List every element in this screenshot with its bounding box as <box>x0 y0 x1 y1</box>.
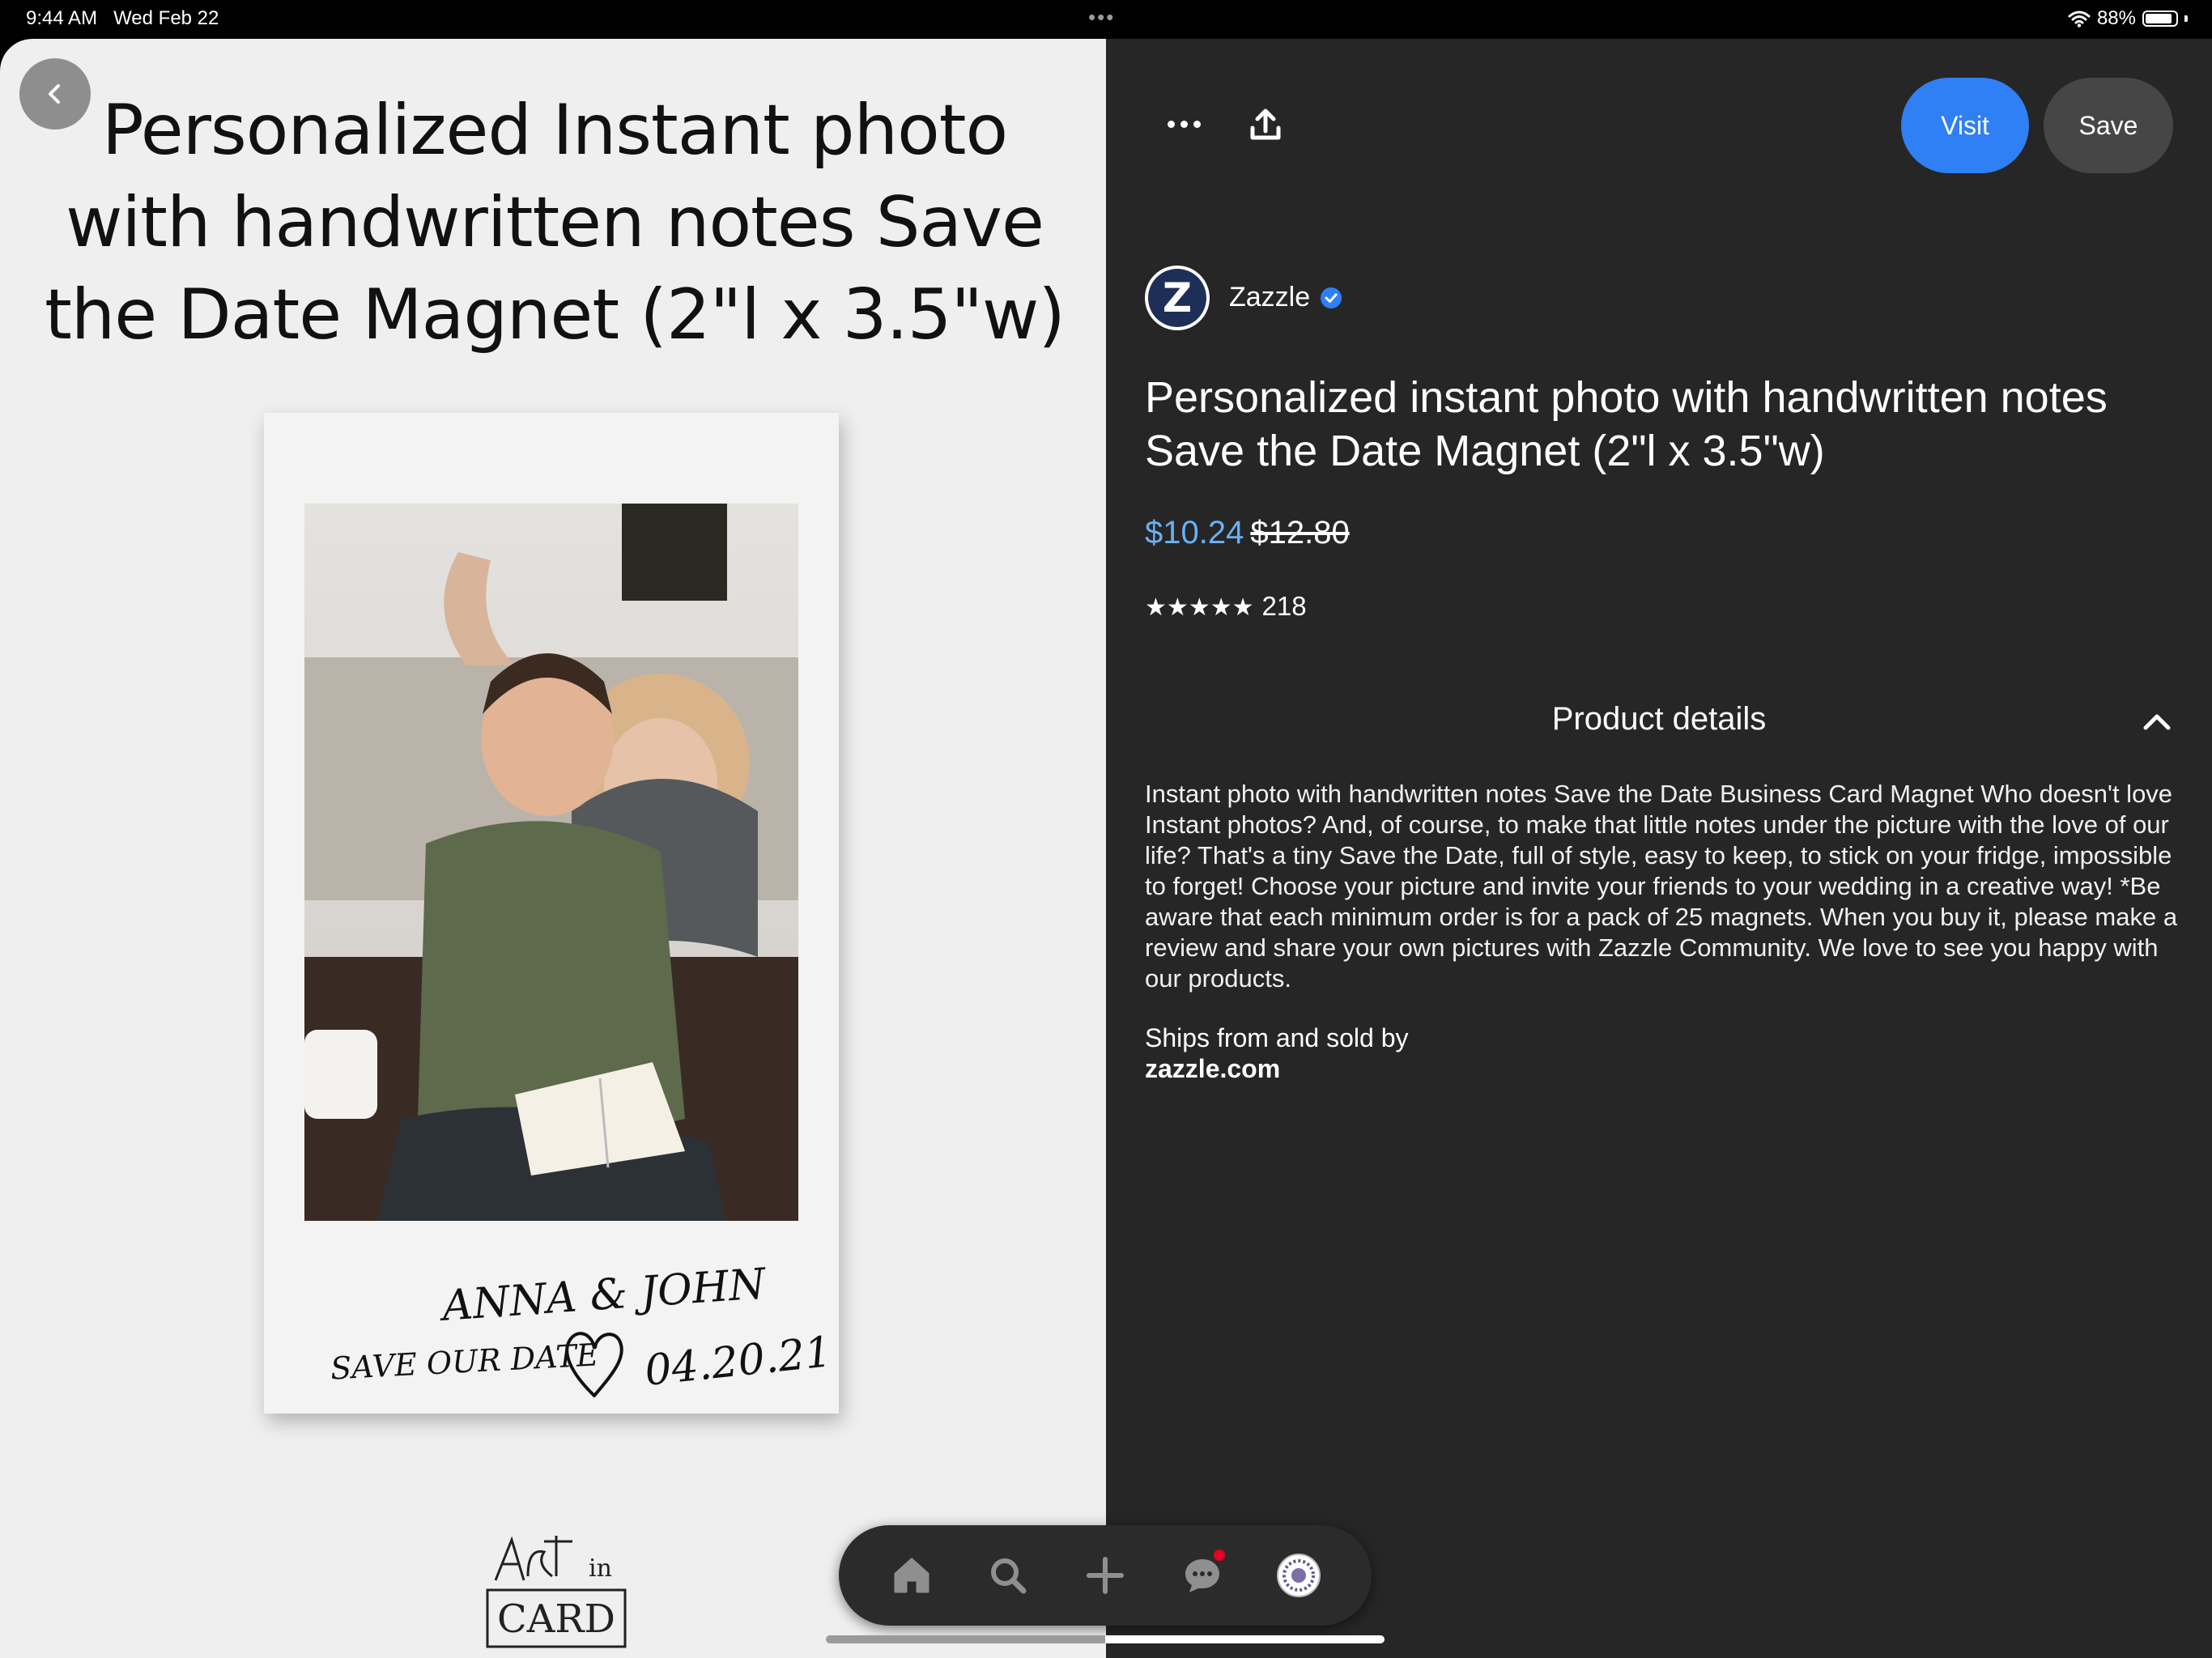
status-time: 9:44 AM Wed Feb 22 <box>26 7 219 29</box>
heart-icon <box>565 1332 623 1397</box>
seller-avatar[interactable]: Z <box>1145 266 1210 330</box>
handwritten-save-our-date: SAVE OUR DATE <box>330 1337 600 1387</box>
product-details-header[interactable]: Product details <box>1145 696 2173 745</box>
chevron-left-icon <box>49 84 60 104</box>
nav-home[interactable] <box>883 1546 941 1605</box>
rating-count: 218 <box>1261 591 1307 621</box>
share-icon[interactable] <box>1245 105 1286 146</box>
more-options-button[interactable] <box>1159 112 1208 136</box>
save-button[interactable]: Save <box>2044 78 2173 173</box>
ships-from-label: Ships from and sold by <box>1145 1023 1409 1052</box>
battery-icon <box>2142 11 2178 27</box>
nav-messages[interactable] <box>1173 1546 1231 1605</box>
rating[interactable]: ★★★★★ 218 <box>1145 591 1307 622</box>
pin-image-heading: Personalized Instant photo with handwrit… <box>45 90 1066 355</box>
star-icon: ★ <box>1145 593 1167 622</box>
product-title: Personalized instant photo with handwrit… <box>1145 373 2108 475</box>
search-icon <box>991 1558 1027 1594</box>
svg-text:CARD: CARD <box>497 1596 615 1642</box>
pin-details-pane: Visit Save Z Zazzle Personalized instant… <box>1106 39 2212 1658</box>
chat-bubble-icon <box>1185 1559 1219 1592</box>
price-original: $12.80 <box>1250 515 1350 551</box>
couple-photo <box>304 504 798 1221</box>
plus-icon <box>1086 1557 1124 1594</box>
home-indicator[interactable] <box>826 1635 1385 1643</box>
star-icon: ★ <box>1188 593 1210 622</box>
chevron-up-icon[interactable] <box>2141 706 2173 738</box>
star-icon: ★ <box>1166 593 1189 622</box>
ships-from-seller[interactable]: zazzle.com <box>1145 1054 1280 1084</box>
price: $10.24 $12.80 <box>1145 515 1350 551</box>
notification-dot <box>1213 1550 1225 1561</box>
star-icon: ★ <box>1231 593 1254 622</box>
status-date: Wed Feb 22 <box>113 7 219 29</box>
pin-image-pane[interactable]: Personalized Instant photo with handwrit… <box>0 39 1106 1658</box>
home-icon <box>894 1558 929 1593</box>
bottom-navigation <box>839 1525 1372 1626</box>
visit-button[interactable]: Visit <box>1901 78 2029 173</box>
product-description: Instant photo with handwritten notes Sav… <box>1145 780 2178 993</box>
verified-badge-icon <box>1321 287 1342 308</box>
star-icon: ★ <box>1210 593 1232 622</box>
price-current: $10.24 <box>1145 515 1244 551</box>
nav-profile[interactable] <box>1270 1546 1328 1605</box>
handwritten-date: 04.20.21 <box>642 1328 835 1396</box>
product-details-title: Product details <box>1551 701 1767 737</box>
profile-avatar <box>1277 1554 1321 1597</box>
svg-text:in: in <box>589 1554 612 1583</box>
art-in-card-logo: in CARD <box>486 1536 627 1648</box>
rating-stars: ★★★★★ <box>1145 591 1254 622</box>
battery-percent: 88% <box>2096 7 2136 29</box>
multitasking-dots[interactable]: ••• <box>1088 5 1115 30</box>
back-button[interactable] <box>19 58 91 130</box>
handwritten-names: ANNA & JOHN <box>440 1260 768 1331</box>
status-right: 88% <box>2068 7 2188 30</box>
polaroid-magnet: ANNA & JOHN SAVE OUR DATE 04.20.21 <box>264 413 839 1414</box>
seller-name[interactable]: Zazzle <box>1229 282 1310 313</box>
zazzle-logo: Z <box>1148 269 1206 327</box>
status-bar: 9:44 AM Wed Feb 22 ••• 88% <box>0 0 2212 39</box>
nav-create[interactable] <box>1076 1546 1134 1605</box>
wifi-icon <box>2068 11 2091 28</box>
nav-search[interactable] <box>979 1546 1037 1605</box>
